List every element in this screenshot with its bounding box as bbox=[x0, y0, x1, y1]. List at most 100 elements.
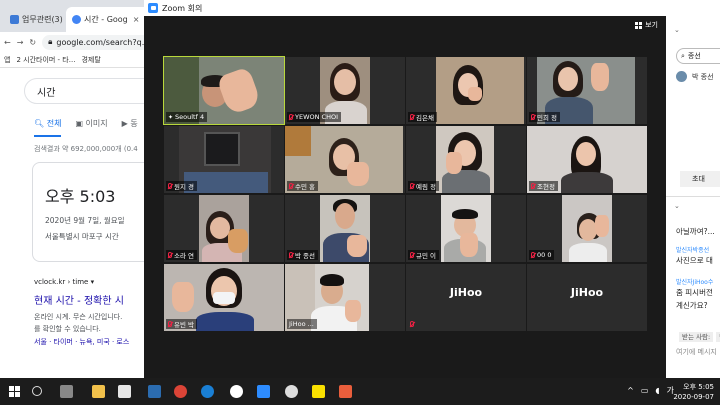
video-tile-000[interactable]: 00 0 bbox=[527, 195, 647, 262]
participant-display-name: JiHoo bbox=[449, 286, 483, 299]
video-tile-jihoo-off-2[interactable]: JiHoo bbox=[527, 264, 647, 331]
muted-mic-icon bbox=[531, 114, 535, 120]
search-icon: ⌕ bbox=[681, 51, 685, 60]
chat-message-input[interactable]: 여기에 메시지 bbox=[676, 347, 717, 357]
task-view-icon[interactable] bbox=[60, 385, 73, 398]
waving-hand bbox=[446, 152, 462, 174]
participant-search-value: 종선 bbox=[687, 52, 701, 60]
participant-name-label: 00 0 bbox=[529, 250, 555, 260]
view-button-label: 보기 bbox=[645, 21, 658, 29]
muted-mic-icon bbox=[289, 114, 293, 120]
browser-window: 업무관련(3) × 시간 - Goog × ← → ↻ 🔒︎ google.co… bbox=[0, 0, 164, 378]
whale-browser-icon[interactable] bbox=[230, 385, 243, 398]
bookmark-apps[interactable]: 앱 bbox=[4, 55, 10, 65]
result-title[interactable]: 현재 시간 - 정확한 시 bbox=[34, 292, 150, 307]
video-tile-minhee-jung[interactable]: 민희 정 bbox=[527, 57, 647, 124]
chat-recipient[interactable]: 받는 사람:박 bbox=[676, 331, 720, 342]
participant-name-label bbox=[408, 319, 417, 329]
browser-tab-work[interactable]: 업무관련(3) × bbox=[4, 7, 64, 32]
video-tile-seoultf4[interactable]: ✦ Seoultf 4 bbox=[163, 56, 285, 125]
search-icon[interactable] bbox=[32, 386, 42, 396]
bookmark-timer[interactable]: 2 시간타이머 - 타... bbox=[16, 55, 75, 65]
video-tile-sumin-hong[interactable]: 수민 홍 bbox=[285, 126, 405, 193]
video-tile-park-jongsun[interactable]: 박 종선 bbox=[285, 195, 405, 262]
tab-images[interactable]: ▣ 이미지 bbox=[75, 118, 107, 137]
participant-face bbox=[576, 142, 596, 166]
address-bar[interactable]: 🔒︎ google.com/search?q... bbox=[42, 34, 150, 50]
browser-tab-google[interactable]: 시간 - Goog × bbox=[66, 7, 150, 32]
participant-name-label: YEWON CHOI bbox=[287, 112, 342, 122]
waving-hand bbox=[345, 300, 361, 322]
chat-sender: 발신자박종선 bbox=[676, 245, 709, 254]
google-search-input[interactable]: 시간 bbox=[24, 78, 164, 104]
participant-name: 김은채 bbox=[416, 114, 434, 122]
result-sitelinks[interactable]: 서울 · 타이머 · 뉴욕, 미국 · 로스 bbox=[34, 337, 150, 347]
participant-search-input[interactable]: ⌕ 종선 bbox=[676, 48, 720, 64]
participant-headphones bbox=[452, 209, 478, 219]
video-tile-jo-hyunjung[interactable]: 조현정 bbox=[527, 126, 647, 193]
view-button[interactable]: 보기 bbox=[635, 20, 658, 30]
windows-start-icon[interactable] bbox=[9, 386, 20, 397]
close-icon[interactable]: × bbox=[133, 15, 140, 24]
participant-face bbox=[335, 203, 355, 229]
tab-all[interactable]: 🔍︎ 전체 bbox=[34, 118, 62, 137]
result-count: 검색결과 약 692,000,000개 (0.4 bbox=[34, 145, 138, 153]
video-tile-yubin-park[interactable]: 유빈 박 bbox=[164, 264, 284, 331]
chrome-icon[interactable] bbox=[174, 385, 187, 398]
chevron-up-icon[interactable]: ^ bbox=[627, 386, 634, 395]
waving-hand bbox=[228, 229, 248, 253]
chevron-down-icon[interactable]: ⌄ bbox=[674, 26, 680, 34]
participant-body bbox=[569, 243, 607, 262]
chat-recipient-label: 받는 사람: bbox=[679, 332, 714, 342]
invite-button[interactable]: 초대 bbox=[680, 171, 720, 187]
muted-mic-icon bbox=[410, 252, 414, 258]
forward-arrow-icon[interactable]: → bbox=[17, 38, 24, 47]
video-tile-yerim-jung[interactable]: 예림 정 bbox=[406, 126, 526, 193]
mail-icon[interactable] bbox=[148, 385, 161, 398]
waving-hand bbox=[347, 235, 367, 257]
browser-tab-strip: 업무관련(3) × 시간 - Goog × bbox=[0, 0, 150, 32]
participant-name-label: JiHoo ... bbox=[287, 319, 317, 329]
participant-name-label: 박 종선 bbox=[287, 250, 319, 260]
video-tile-yewon-choi[interactable]: YEWON CHOI bbox=[285, 57, 405, 124]
reload-icon[interactable]: ↻ bbox=[29, 38, 36, 47]
clock-date: 2020-09-07 bbox=[673, 393, 714, 401]
video-tile-gyumin-lee[interactable]: 규민 이 bbox=[406, 195, 526, 262]
volume-icon[interactable]: ◖ bbox=[655, 386, 659, 395]
result-url[interactable]: vclock.kr › time ▾ bbox=[34, 278, 150, 286]
back-arrow-icon[interactable]: ← bbox=[4, 38, 11, 47]
app-icon[interactable] bbox=[339, 385, 352, 398]
video-tile-jihoo-off[interactable]: JiHoo bbox=[406, 264, 526, 331]
face-mask bbox=[213, 292, 235, 304]
muted-mic-icon bbox=[531, 183, 535, 189]
app-icon[interactable] bbox=[285, 385, 298, 398]
lock-icon: 🔒︎ bbox=[48, 37, 53, 46]
video-tile-wonji-kyung[interactable]: 원지 경 bbox=[164, 126, 284, 193]
zoom-title-bar: Zoom 회의 bbox=[144, 0, 666, 16]
avatar bbox=[676, 71, 687, 82]
tab-videos[interactable]: ▶ 동 bbox=[122, 118, 138, 137]
participant-name: 00 0 bbox=[537, 251, 552, 259]
edge-icon[interactable] bbox=[201, 385, 214, 398]
video-tile-kim-eunchae[interactable]: 김은채 bbox=[406, 57, 526, 124]
chevron-down-icon[interactable]: ⌄ bbox=[674, 202, 680, 210]
participant-name-label: 규민 이 bbox=[408, 250, 440, 260]
participant-face bbox=[334, 69, 356, 95]
store-icon[interactable] bbox=[118, 385, 131, 398]
zoom-app-icon[interactable] bbox=[257, 385, 270, 398]
kakaotalk-icon[interactable] bbox=[312, 385, 325, 398]
video-tile-sora-yeon[interactable]: 소라 연 bbox=[164, 195, 284, 262]
muted-mic-icon bbox=[410, 114, 414, 120]
muted-mic-icon bbox=[289, 183, 293, 189]
file-explorer-icon[interactable] bbox=[92, 385, 105, 398]
participant-list-item[interactable]: 박 종선 bbox=[692, 72, 714, 82]
video-tile-jihoo-video[interactable]: JiHoo ... bbox=[285, 264, 405, 331]
search-result: vclock.kr › time ▾ 현재 시간 - 정확한 시 온라인 시계.… bbox=[34, 278, 150, 347]
participant-name-label: ✦ Seoultf 4 bbox=[166, 112, 208, 122]
panel-divider bbox=[666, 196, 720, 197]
taskbar-clock[interactable]: 오후 5:05 2020-09-07 bbox=[673, 382, 714, 402]
bookmark-economy[interactable]: 경제탈 bbox=[81, 55, 100, 65]
result-snippet-line: 를 확인할 수 있습니다. bbox=[34, 325, 101, 333]
network-icon[interactable]: ▭ bbox=[641, 386, 649, 395]
participant-display-name: JiHoo bbox=[570, 286, 604, 299]
